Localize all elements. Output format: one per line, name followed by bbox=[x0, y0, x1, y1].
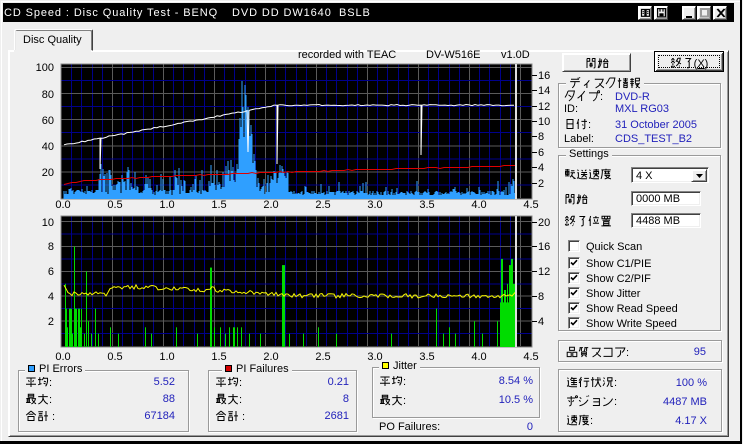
svg-text:16: 16 bbox=[538, 241, 550, 253]
svg-text:4.5: 4.5 bbox=[523, 199, 538, 211]
svg-text:14: 14 bbox=[538, 85, 550, 97]
svg-text:2.0: 2.0 bbox=[263, 199, 278, 211]
svg-text:0.0: 0.0 bbox=[55, 351, 70, 363]
svg-text:8: 8 bbox=[538, 291, 544, 303]
svg-text:12: 12 bbox=[538, 266, 550, 278]
svg-text:80: 80 bbox=[42, 89, 54, 101]
svg-text:20: 20 bbox=[42, 167, 54, 179]
svg-text:4.0: 4.0 bbox=[471, 199, 486, 211]
svg-text:2.0: 2.0 bbox=[263, 351, 278, 363]
svg-text:16: 16 bbox=[538, 70, 550, 82]
svg-text:4: 4 bbox=[538, 316, 544, 328]
svg-text:4.0: 4.0 bbox=[471, 351, 486, 363]
svg-text:1.0: 1.0 bbox=[159, 199, 174, 211]
svg-text:0.5: 0.5 bbox=[107, 199, 122, 211]
svg-text:100: 100 bbox=[36, 62, 54, 74]
svg-text:2.5: 2.5 bbox=[315, 351, 330, 363]
svg-text:20: 20 bbox=[538, 217, 550, 229]
svg-text:2.5: 2.5 bbox=[315, 199, 330, 211]
svg-text:2: 2 bbox=[538, 178, 544, 190]
svg-text:1.5: 1.5 bbox=[211, 351, 226, 363]
svg-text:3.5: 3.5 bbox=[419, 199, 434, 211]
svg-text:40: 40 bbox=[42, 141, 54, 153]
svg-text:60: 60 bbox=[42, 115, 54, 127]
svg-text:2: 2 bbox=[48, 316, 54, 328]
svg-text:1.5: 1.5 bbox=[211, 199, 226, 211]
svg-text:6: 6 bbox=[538, 147, 544, 159]
svg-text:1.0: 1.0 bbox=[159, 351, 174, 363]
svg-text:8: 8 bbox=[538, 131, 544, 143]
svg-text:4.5: 4.5 bbox=[523, 351, 538, 363]
svg-text:4: 4 bbox=[48, 291, 54, 303]
svg-text:0.0: 0.0 bbox=[55, 199, 70, 211]
svg-text:10: 10 bbox=[538, 116, 550, 128]
svg-text:0.5: 0.5 bbox=[107, 351, 122, 363]
svg-text:6: 6 bbox=[48, 266, 54, 278]
svg-text:4: 4 bbox=[538, 162, 544, 174]
svg-text:10: 10 bbox=[42, 217, 54, 229]
svg-text:3.0: 3.0 bbox=[367, 199, 382, 211]
svg-text:3.5: 3.5 bbox=[419, 351, 434, 363]
svg-text:12: 12 bbox=[538, 101, 550, 113]
svg-text:8: 8 bbox=[48, 241, 54, 253]
